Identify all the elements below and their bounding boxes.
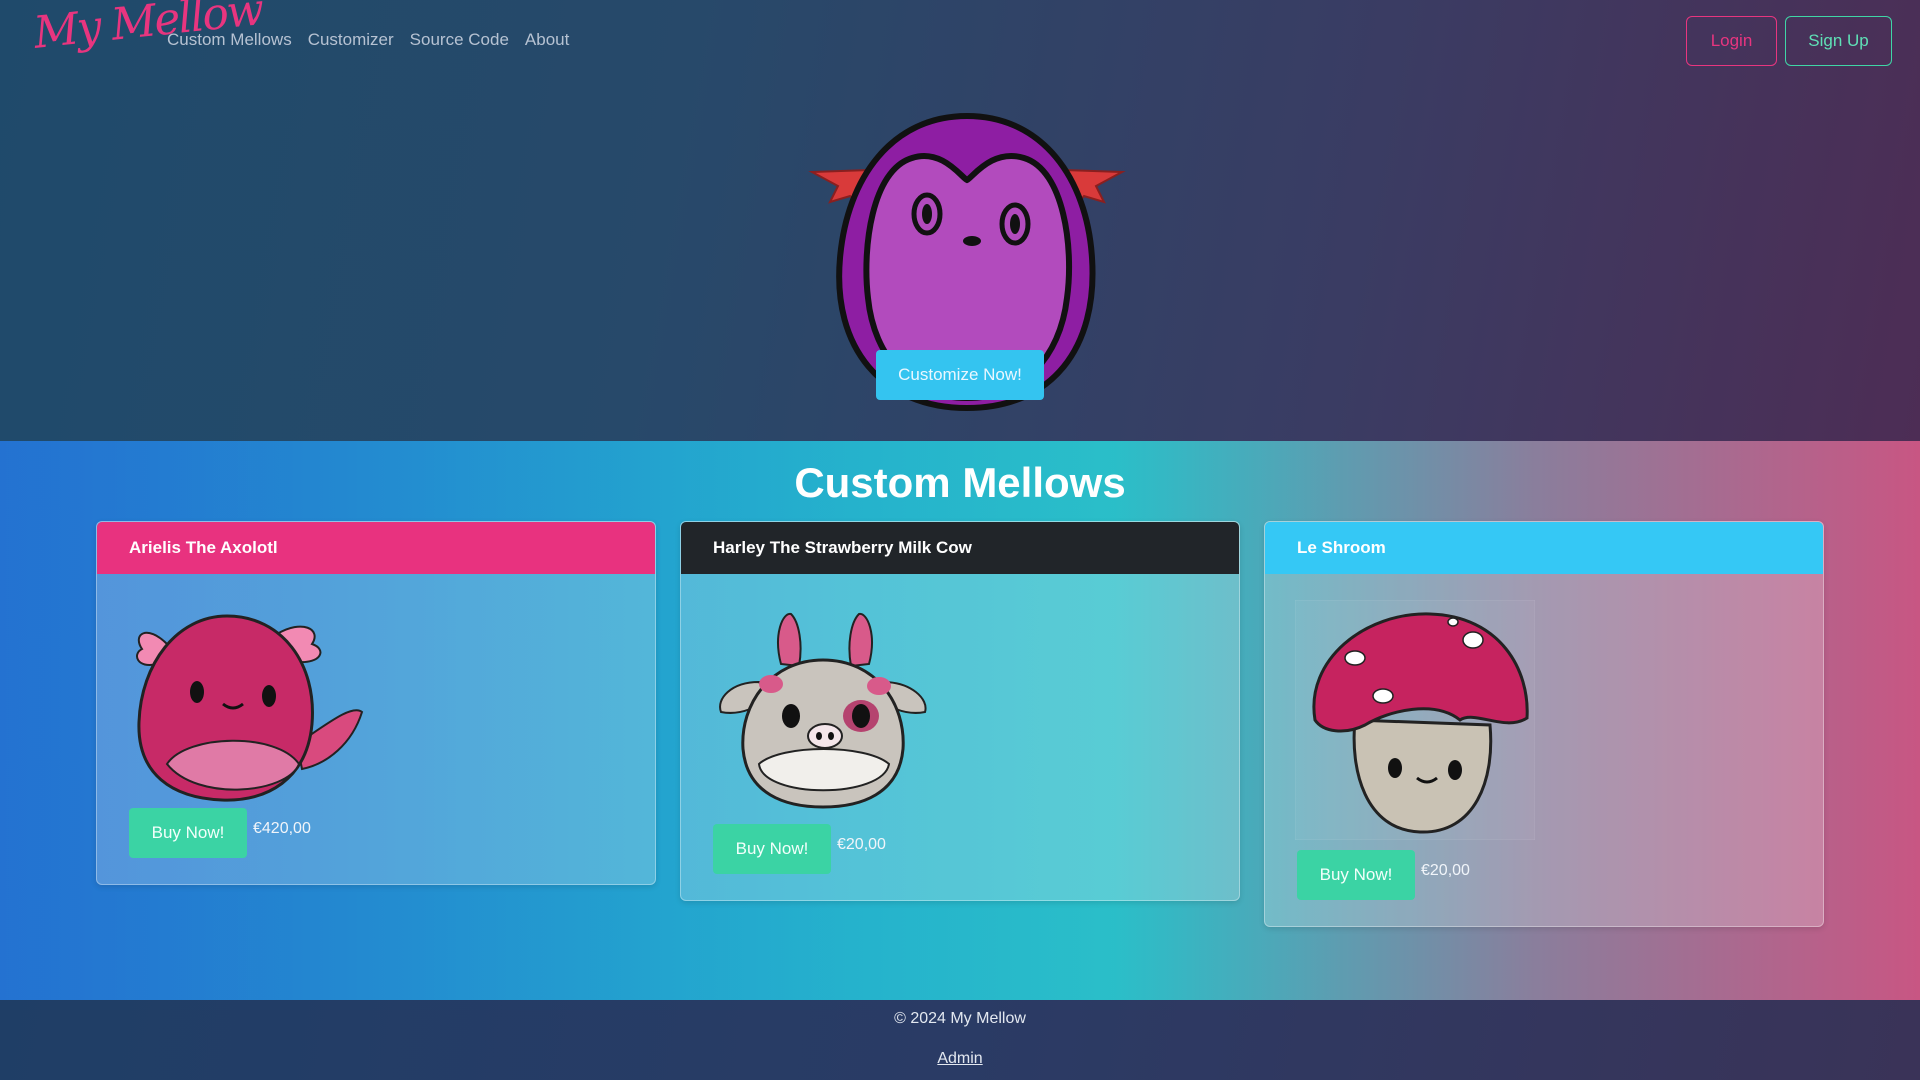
hero-section: My Mellow Custom Mellows Customizer Sour… — [0, 0, 1920, 441]
custom-mellows-section: Custom Mellows Arielis The Axolotl Buy N… — [0, 441, 1920, 1000]
product-card-shroom: Le Shroom Buy Now! €20,00 — [1264, 521, 1824, 927]
customize-now-button[interactable]: Customize Now! — [876, 350, 1044, 400]
section-title: Custom Mellows — [794, 459, 1126, 506]
admin-link[interactable]: Admin — [937, 1050, 982, 1067]
product-card-header: Harley The Strawberry Milk Cow — [681, 522, 1239, 574]
product-card-cow: Harley The Strawberry Milk Cow Buy Now! … — [680, 521, 1240, 901]
product-card-header: Arielis The Axolotl — [97, 522, 655, 574]
product-name: Harley The Strawberry Milk Cow — [713, 538, 972, 557]
product-name: Le Shroom — [1297, 538, 1386, 557]
product-price: €20,00 — [837, 836, 886, 853]
copyright-text: © 2024 My Mellow — [894, 1010, 1026, 1027]
product-card-axolotl: Arielis The Axolotl Buy Now! €420,00 — [96, 521, 656, 885]
product-price: €20,00 — [1421, 862, 1470, 879]
cow-mellow-image — [719, 613, 927, 809]
nav-about[interactable]: About — [525, 30, 569, 50]
mushroom-mellow-image — [1295, 600, 1535, 840]
login-button[interactable]: Login — [1686, 16, 1777, 66]
product-name: Arielis The Axolotl — [129, 538, 278, 557]
buy-now-button[interactable]: Buy Now! — [129, 808, 247, 858]
buy-row: Buy Now! €20,00 — [1297, 850, 1470, 900]
nav-source-code[interactable]: Source Code — [410, 30, 509, 50]
admin-link-wrapper: Admin — [0, 1050, 1920, 1068]
buy-now-button[interactable]: Buy Now! — [713, 824, 831, 874]
nav-custom-mellows[interactable]: Custom Mellows — [167, 30, 292, 50]
nav-customizer[interactable]: Customizer — [308, 30, 394, 50]
signup-button[interactable]: Sign Up — [1785, 16, 1892, 66]
product-card-header: Le Shroom — [1265, 522, 1823, 574]
footer: © 2024 My Mellow Admin — [0, 1000, 1920, 1080]
product-price: €420,00 — [253, 820, 311, 837]
buy-row: Buy Now! €420,00 — [129, 808, 311, 858]
buy-row: Buy Now! €20,00 — [713, 824, 886, 874]
navbar: My Mellow Custom Mellows Customizer Sour… — [0, 0, 1920, 82]
axolotl-mellow-image — [136, 614, 364, 802]
buy-now-button[interactable]: Buy Now! — [1297, 850, 1415, 900]
nav-links: Custom Mellows Customizer Source Code Ab… — [167, 30, 569, 50]
